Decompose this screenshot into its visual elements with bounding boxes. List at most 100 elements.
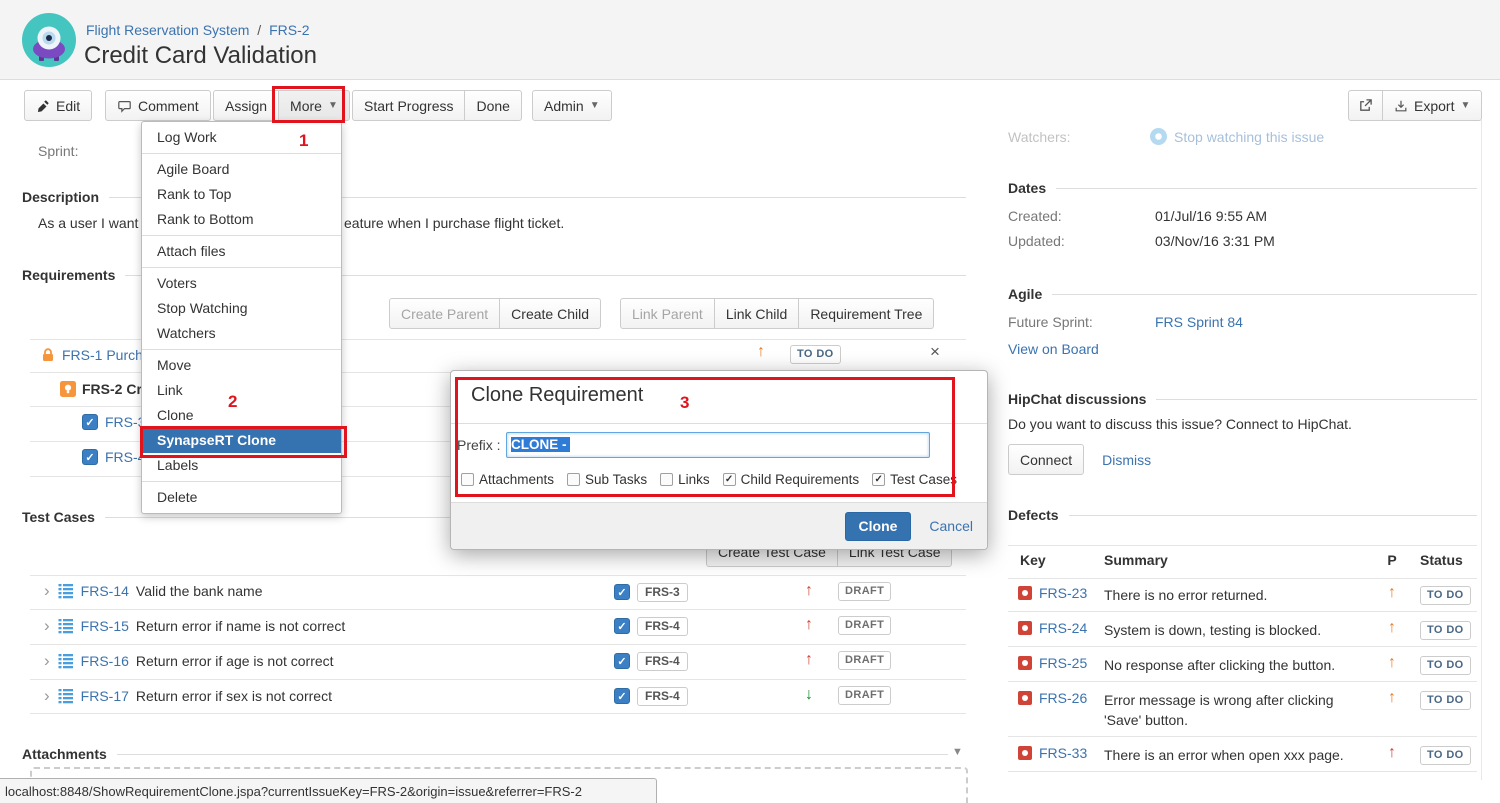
link-parent-label: Link Parent (632, 306, 703, 322)
stop-watching-link[interactable]: Stop watching this issue (1174, 129, 1324, 145)
expand-chevron-icon[interactable]: › (44, 618, 50, 634)
view-on-board-link[interactable]: View on Board (1008, 341, 1099, 357)
menu-item-clone[interactable]: Clone (142, 403, 341, 428)
test-case-row: › FRS-15 Return error if name is not cor… (44, 618, 345, 634)
collapse-caret-icon[interactable]: ▼ (952, 746, 963, 758)
expand-chevron-icon[interactable]: › (44, 688, 50, 704)
defects-table-header: Key Summary P Status (1008, 552, 1463, 568)
requirement-tree-button[interactable]: Requirement Tree (798, 298, 934, 329)
hipchat-connect-button[interactable]: Connect (1008, 444, 1084, 475)
create-parent-button[interactable]: Create Parent (389, 298, 500, 329)
menu-item-agile-board[interactable]: Agile Board (142, 157, 341, 182)
clone-requirement-dialog: Clone Requirement Prefix : CLONE - Attac… (450, 370, 988, 550)
menu-item-move[interactable]: Move (142, 353, 341, 378)
defect-link[interactable]: FRS-23 (1039, 585, 1087, 601)
expand-chevron-icon[interactable]: › (44, 653, 50, 669)
start-progress-button[interactable]: Start Progress (352, 90, 465, 121)
defect-link[interactable]: FRS-26 (1039, 690, 1087, 706)
chevron-down-icon: ▼ (1460, 100, 1470, 111)
priority-arrow-icon: ↑ (1372, 620, 1412, 636)
bug-icon (1018, 691, 1032, 705)
cancel-link[interactable]: Cancel (929, 518, 973, 534)
checked-checkbox[interactable]: ✓ (614, 653, 630, 669)
breadcrumb-project-link[interactable]: Flight Reservation System (86, 22, 249, 38)
project-avatar (22, 13, 76, 67)
menu-item-rank-to-top[interactable]: Rank to Top (142, 182, 341, 207)
edit-button-label: Edit (56, 98, 80, 114)
pencil-icon (36, 99, 50, 113)
menu-item-stop-watching[interactable]: Stop Watching (142, 296, 341, 321)
create-child-button[interactable]: Create Child (499, 298, 601, 329)
share-button[interactable] (1348, 90, 1383, 121)
checked-checkbox[interactable]: ✓ (614, 584, 630, 600)
requirement-link[interactable]: FRS-3 (105, 414, 145, 430)
assign-button-label: Assign (225, 98, 267, 114)
link-child-button[interactable]: Link Child (714, 298, 799, 329)
breadcrumb-separator: / (257, 22, 261, 38)
test-case-row: › FRS-16 Return error if age is not corr… (44, 653, 334, 669)
menu-item-delete[interactable]: Delete (142, 485, 341, 510)
admin-button[interactable]: Admin ▼ (532, 90, 612, 121)
sub-tasks-checkbox[interactable] (567, 473, 580, 486)
menu-item-voters[interactable]: Voters (142, 271, 341, 296)
priority-arrow-icon: ↑ (805, 652, 813, 668)
done-button[interactable]: Done (464, 90, 521, 121)
checked-checkbox[interactable]: ✓ (82, 449, 98, 465)
export-button[interactable]: Export ▼ (1382, 90, 1482, 121)
linked-requirement-tag[interactable]: FRS-4 (637, 687, 688, 706)
linked-requirement-tag[interactable]: FRS-4 (637, 617, 688, 636)
menu-item-link[interactable]: Link (142, 378, 341, 403)
prefix-input[interactable]: CLONE - (506, 432, 930, 458)
future-sprint-row: Future Sprint: FRS Sprint 84 (1008, 314, 1243, 330)
defect-link[interactable]: FRS-25 (1039, 655, 1087, 671)
comment-button[interactable]: Comment (105, 90, 211, 121)
priority-arrow-icon: ↑ (1372, 690, 1412, 706)
future-sprint-link[interactable]: FRS Sprint 84 (1155, 314, 1243, 330)
test-case-link[interactable]: FRS-17 (81, 688, 129, 704)
sub-tasks-option-label: Sub Tasks (585, 472, 647, 487)
breadcrumb-issue-link[interactable]: FRS-2 (269, 22, 309, 38)
attachments-checkbox[interactable] (461, 473, 474, 486)
option-test-cases: ✓ Test Cases (872, 472, 957, 487)
clone-button[interactable]: Clone (845, 512, 912, 541)
test-case-link[interactable]: FRS-15 (81, 618, 129, 634)
expand-chevron-icon[interactable]: › (44, 583, 50, 599)
link-parent-button[interactable]: Link Parent (620, 298, 715, 329)
links-checkbox[interactable] (660, 473, 673, 486)
requirement-link[interactable]: FRS-1 Purch (62, 347, 143, 363)
lock-icon (40, 347, 56, 363)
menu-item-synapsert-clone[interactable]: SynapseRT Clone (142, 428, 341, 453)
defect-link[interactable]: FRS-24 (1039, 620, 1087, 636)
defect-row: FRS-23 There is no error returned. ↑ TO … (1008, 585, 1477, 605)
menu-item-rank-to-bottom[interactable]: Rank to Bottom (142, 207, 341, 232)
page-title: Credit Card Validation (84, 42, 317, 70)
defect-status-badge: TO DO (1420, 691, 1471, 710)
more-button[interactable]: More ▼ (278, 90, 350, 121)
edit-button[interactable]: Edit (24, 90, 92, 121)
menu-item-labels[interactable]: Labels (142, 453, 341, 478)
test-case-row: › FRS-14 Valid the bank name (44, 583, 263, 599)
assign-button[interactable]: Assign (213, 90, 279, 121)
test-case-link[interactable]: FRS-16 (81, 653, 129, 669)
create-parent-label: Create Parent (401, 306, 488, 322)
more-dropdown-menu: Log Work Agile Board Rank to Top Rank to… (141, 121, 342, 514)
test-cases-checkbox[interactable]: ✓ (872, 473, 885, 486)
menu-item-log-work[interactable]: Log Work (142, 125, 341, 150)
test-case-link[interactable]: FRS-14 (81, 583, 129, 599)
linked-requirement-tag[interactable]: FRS-4 (637, 652, 688, 671)
menu-item-attach-files[interactable]: Attach files (142, 239, 341, 264)
close-icon[interactable]: × (930, 342, 940, 362)
hipchat-dismiss-link[interactable]: Dismiss (1102, 452, 1151, 468)
menu-item-watchers[interactable]: Watchers (142, 321, 341, 346)
defect-link[interactable]: FRS-33 (1039, 745, 1087, 761)
checked-checkbox[interactable]: ✓ (614, 618, 630, 634)
requirement-link[interactable]: FRS-4 (105, 449, 145, 465)
checked-checkbox[interactable]: ✓ (614, 688, 630, 704)
test-case-status-badge: DRAFT (838, 616, 891, 635)
child-requirements-checkbox[interactable]: ✓ (723, 473, 736, 486)
checked-checkbox[interactable]: ✓ (82, 414, 98, 430)
dialog-title: Clone Requirement (451, 371, 987, 424)
comment-bubble-icon (117, 99, 132, 113)
linked-requirement-tag[interactable]: FRS-3 (637, 583, 688, 602)
created-value: 01/Jul/16 9:55 AM (1155, 208, 1267, 224)
